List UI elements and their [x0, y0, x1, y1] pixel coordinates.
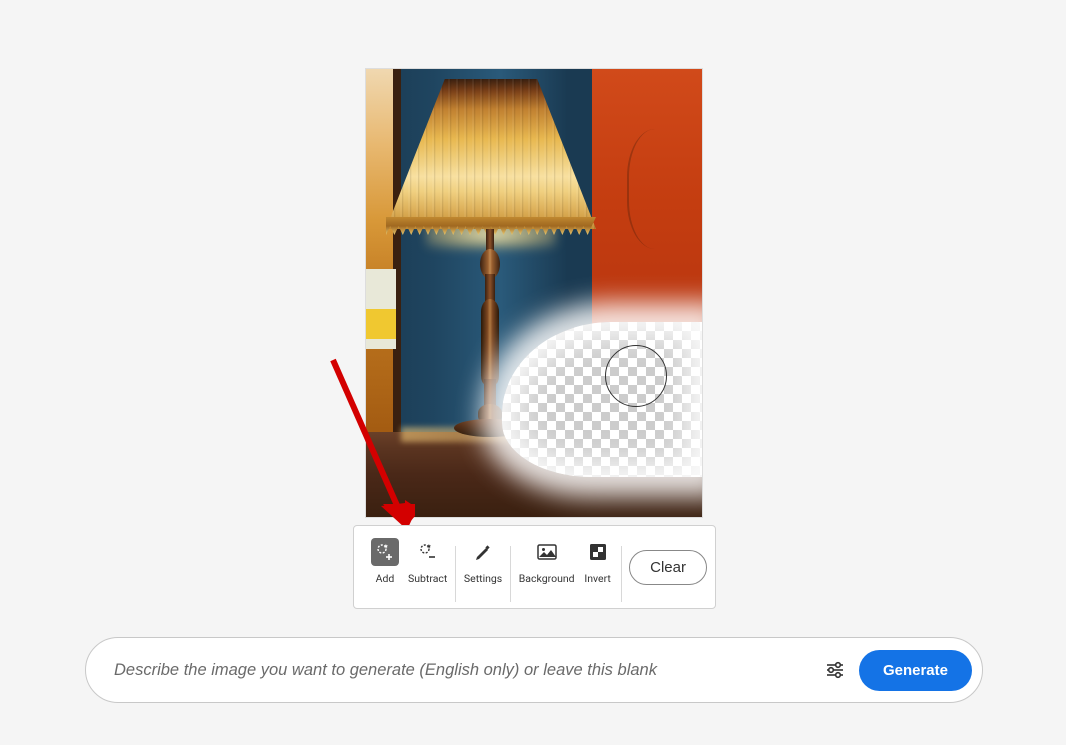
subtract-brush-icon: [414, 538, 442, 566]
background-icon: [533, 538, 561, 566]
invert-tool-button[interactable]: Invert: [579, 538, 617, 585]
sliders-icon: [824, 659, 846, 681]
tool-label: Background: [519, 572, 575, 585]
prompt-settings-button[interactable]: [817, 652, 853, 688]
invert-icon: [584, 538, 612, 566]
canvas-preview[interactable]: [365, 68, 703, 518]
add-brush-icon: [371, 538, 399, 566]
generate-button[interactable]: Generate: [859, 650, 972, 691]
settings-tool-button[interactable]: Settings: [460, 538, 506, 585]
brush-settings-icon: [469, 538, 497, 566]
clear-button[interactable]: Clear: [629, 550, 707, 585]
prompt-bar: Generate: [85, 637, 983, 703]
tool-label: Settings: [464, 572, 502, 585]
add-tool-button[interactable]: Add: [366, 538, 404, 585]
tool-label: Subtract: [408, 572, 447, 585]
prompt-input[interactable]: [114, 661, 817, 680]
background-tool-button[interactable]: Background: [515, 538, 579, 585]
tool-label: Invert: [584, 572, 611, 585]
generative-fill-toolbar: Add Subtract Settings Background: [353, 525, 716, 609]
brush-cursor: [605, 345, 667, 407]
edited-image: [366, 69, 702, 517]
subtract-tool-button[interactable]: Subtract: [404, 538, 451, 585]
tool-label: Add: [376, 572, 395, 585]
